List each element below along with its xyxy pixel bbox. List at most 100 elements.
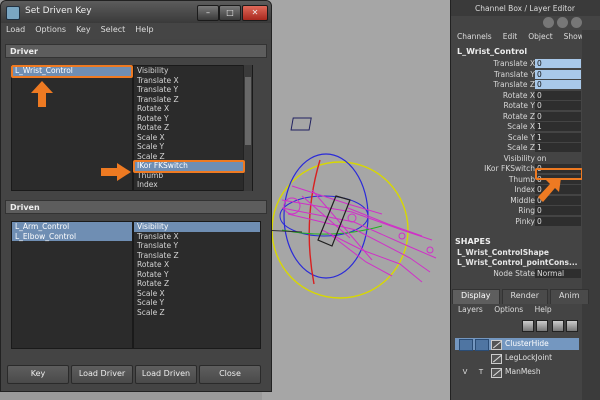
- driver-attribute-item[interactable]: Translate Z: [134, 95, 252, 105]
- shape-node-2[interactable]: L_Wrist_Control_pointCons...: [457, 258, 578, 267]
- channel-attribute-value[interactable]: 0: [535, 90, 581, 100]
- channel-attribute-value[interactable]: 1: [535, 132, 581, 142]
- node-state-value[interactable]: Normal: [535, 269, 581, 278]
- channel-attribute-row[interactable]: Pinky 0: [451, 216, 600, 227]
- close-button[interactable]: Close: [199, 365, 261, 384]
- driver-attribute-item[interactable]: Translate X: [134, 76, 252, 86]
- layer-color-swatch-icon[interactable]: [491, 354, 502, 364]
- channel-attribute-row[interactable]: Translate Y0: [451, 69, 600, 80]
- driven-object-item[interactable]: L_Elbow_Control: [12, 231, 132, 241]
- menu-object[interactable]: Object: [522, 32, 557, 44]
- driven-attribute-item[interactable]: Scale Z: [134, 308, 260, 318]
- driver-attribute-item[interactable]: Index: [134, 180, 252, 190]
- driven-attribute-item[interactable]: Translate Z: [134, 251, 260, 261]
- key-button[interactable]: Key: [7, 365, 69, 384]
- menu-layer-options[interactable]: Options: [494, 305, 523, 314]
- title-bar[interactable]: Set Driven Key – □ ✕: [1, 1, 271, 23]
- channel-attribute-value[interactable]: 0: [535, 101, 581, 110]
- layer-display-type-toggle[interactable]: [475, 339, 489, 351]
- layer-visibility-toggle[interactable]: [459, 353, 471, 363]
- menu-options[interactable]: Options: [30, 23, 71, 39]
- tab-render[interactable]: Render: [501, 289, 548, 304]
- channel-attribute-value[interactable]: 0: [535, 216, 581, 226]
- layer-color-swatch-icon[interactable]: [491, 340, 502, 350]
- channel-attribute-row[interactable]: Visibility on: [451, 154, 600, 164]
- channel-attribute-value[interactable]: 0: [535, 111, 581, 121]
- channel-attribute-row[interactable]: Middle 0: [451, 195, 600, 206]
- load-driven-button[interactable]: Load Driven: [135, 365, 197, 384]
- channel-attribute-value[interactable]: 1: [535, 143, 581, 152]
- menu-channels[interactable]: Channels: [451, 32, 497, 44]
- node-state-row[interactable]: Node State Normal: [451, 269, 600, 279]
- driven-attribute-item[interactable]: Rotate Y: [134, 270, 260, 280]
- channel-attribute-value[interactable]: 1: [535, 122, 581, 131]
- channel-box-object-name[interactable]: L_Wrist_Control: [457, 47, 527, 56]
- load-driver-button[interactable]: Load Driver: [71, 365, 133, 384]
- driven-attribute-list[interactable]: Visibility Translate X Translate Y Translat…: [133, 221, 261, 349]
- layer-visibility-toggle[interactable]: V: [459, 367, 471, 377]
- driver-section-header[interactable]: Driver: [5, 44, 267, 58]
- driver-attribute-item[interactable]: Visibility: [134, 66, 252, 76]
- minimize-button[interactable]: –: [197, 5, 219, 21]
- channel-attribute-row[interactable]: Index 0: [451, 185, 600, 195]
- driver-attribute-item[interactable]: Scale Y: [134, 142, 252, 152]
- tab-anim[interactable]: Anim: [549, 289, 589, 304]
- menu-edit[interactable]: Edit: [497, 32, 523, 44]
- layer-row[interactable]: V T ManMesh: [455, 366, 579, 378]
- channel-attribute-row[interactable]: Rotate Y0: [451, 101, 600, 111]
- attribute-editor-toggle-icon[interactable]: [557, 17, 568, 28]
- channel-box-toggle-icon[interactable]: [543, 17, 554, 28]
- tab-display[interactable]: Display: [452, 289, 500, 304]
- driver-attribute-item[interactable]: Rotate Y: [134, 114, 252, 124]
- new-layer-from-selection-icon[interactable]: [566, 320, 578, 332]
- driver-attribute-item[interactable]: Translate Y: [134, 85, 252, 95]
- layer-visibility-toggle[interactable]: [459, 339, 473, 351]
- tool-settings-toggle-icon[interactable]: [571, 17, 582, 28]
- driven-object-list[interactable]: L_Arm_Control L_Elbow_Control: [11, 221, 133, 349]
- shape-node-1[interactable]: L_Wrist_ControlShape: [457, 248, 549, 257]
- channel-attribute-row[interactable]: Scale Z1: [451, 143, 600, 153]
- viewport-3d[interactable]: [262, 0, 450, 400]
- new-layer-icon[interactable]: [552, 320, 564, 332]
- menu-select[interactable]: Select: [96, 23, 131, 39]
- channel-box-menu: Channels Edit Object Show: [451, 32, 584, 44]
- channel-attribute-value[interactable]: 0: [535, 80, 581, 89]
- channel-attribute-row[interactable]: Rotate Z0: [451, 111, 600, 122]
- menu-layer-help[interactable]: Help: [535, 305, 552, 314]
- layer-display-type-toggle[interactable]: [475, 353, 487, 363]
- channel-attribute-value[interactable]: on: [535, 154, 581, 163]
- layer-display-type-toggle[interactable]: T: [475, 367, 487, 377]
- menu-layers[interactable]: Layers: [458, 305, 483, 314]
- driven-attribute-item[interactable]: Visibility: [134, 222, 260, 232]
- menu-key[interactable]: Key: [71, 23, 96, 39]
- menu-help[interactable]: Help: [130, 23, 158, 39]
- maximize-button[interactable]: □: [219, 5, 241, 21]
- channel-attribute-row[interactable]: Translate Z0: [451, 80, 600, 90]
- driven-attribute-item[interactable]: Rotate X: [134, 260, 260, 270]
- move-layer-up-icon[interactable]: [522, 320, 534, 332]
- driven-attribute-item[interactable]: Scale X: [134, 289, 260, 299]
- driven-section-header[interactable]: Driven: [5, 200, 267, 214]
- channel-attribute-row[interactable]: Translate X0: [451, 59, 600, 69]
- driven-object-item[interactable]: L_Arm_Control: [12, 222, 132, 232]
- layer-row[interactable]: ClusterHide: [455, 338, 579, 351]
- channel-attribute-value[interactable]: 0: [535, 69, 581, 79]
- driven-attribute-item[interactable]: Translate X: [134, 232, 260, 242]
- layer-row[interactable]: LegLockJoint: [455, 352, 579, 364]
- driver-attribute-item[interactable]: Rotate X: [134, 104, 252, 114]
- driven-attribute-item[interactable]: Rotate Z: [134, 279, 260, 289]
- driver-attribute-item[interactable]: Scale X: [134, 133, 252, 143]
- layer-color-swatch-icon[interactable]: [491, 368, 502, 378]
- channel-attribute-row[interactable]: Ring 0: [451, 206, 600, 216]
- channel-attribute-value[interactable]: 0: [535, 59, 581, 68]
- menu-load[interactable]: Load: [1, 23, 30, 39]
- channel-attribute-row[interactable]: Scale X1: [451, 122, 600, 132]
- move-layer-down-icon[interactable]: [536, 320, 548, 332]
- driven-attribute-item[interactable]: Translate Y: [134, 241, 260, 251]
- channel-attribute-value[interactable]: 0: [535, 206, 581, 215]
- driver-attribute-item[interactable]: Rotate Z: [134, 123, 252, 133]
- close-window-button[interactable]: ✕: [242, 5, 268, 21]
- channel-attribute-row[interactable]: Rotate X0: [451, 90, 600, 101]
- channel-attribute-row[interactable]: Scale Y1: [451, 132, 600, 143]
- driven-attribute-item[interactable]: Scale Y: [134, 298, 260, 308]
